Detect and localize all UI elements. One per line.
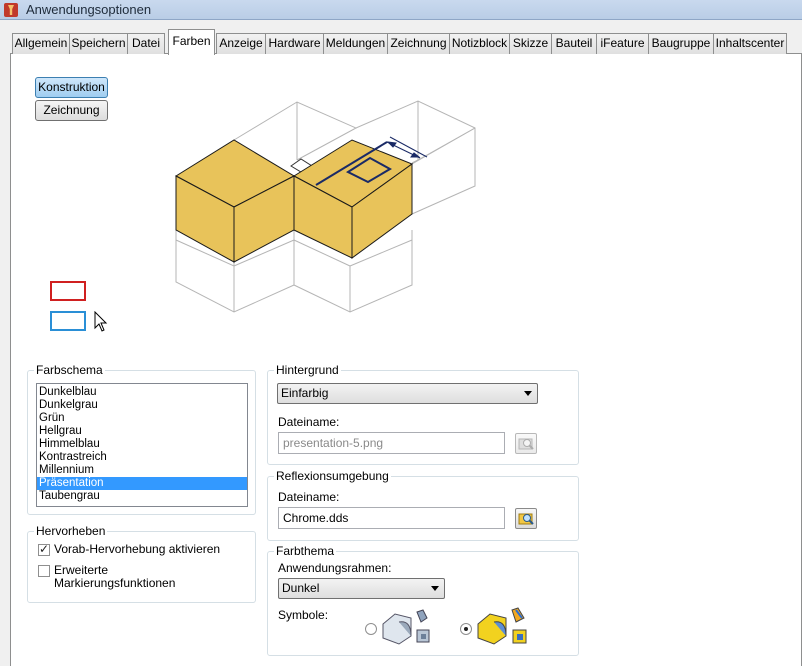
list-item[interactable]: Taubengrau	[37, 490, 247, 503]
farbschema-list[interactable]: Dunkelblau Dunkelgrau Grün Hellgrau Himm…	[36, 383, 248, 507]
tab-allgemein[interactable]: Allgemein	[12, 33, 70, 54]
preselection-color-swatch[interactable]	[50, 311, 86, 331]
symbole-classic-radio[interactable]	[365, 623, 377, 635]
hervorheben-label: Hervorheben	[34, 524, 108, 538]
list-item[interactable]: Millennium	[37, 464, 247, 477]
hintergrund-dateiname-field[interactable]: presentation-5.png	[278, 432, 505, 454]
erweiterte-markierung-checkbox[interactable]	[38, 565, 50, 577]
tab-notizblock[interactable]: Notizblock	[449, 33, 510, 54]
hintergrund-select[interactable]: Einfarbig	[277, 383, 538, 404]
tab-speichern[interactable]: Speichern	[69, 33, 128, 54]
selection-color-swatch[interactable]	[50, 281, 86, 301]
tab-bauteil[interactable]: Bauteil	[551, 33, 597, 54]
chevron-down-icon	[431, 586, 439, 591]
erweiterte-label-2: Markierungsfunktionen	[54, 576, 176, 590]
erweiterte-markierung-row[interactable]: Erweiterte Markierungsfunktionen	[38, 564, 248, 592]
tab-strip: Allgemein Speichern Datei Farben Anzeige…	[12, 29, 790, 55]
list-item[interactable]: Himmelblau	[37, 438, 247, 451]
vorab-hervorhebung-label: Vorab-Hervorhebung aktivieren	[54, 542, 221, 556]
tab-farben[interactable]: Farben	[168, 29, 215, 55]
list-item-selected[interactable]: Präsentation	[37, 477, 247, 490]
modern-symbol-icon	[477, 607, 527, 645]
browse-folder-icon	[518, 438, 534, 450]
browse-folder-icon	[518, 513, 534, 525]
hintergrund-select-value: Einfarbig	[281, 386, 329, 400]
app-icon	[4, 3, 18, 17]
anwendungsrahmen-label: Anwendungsrahmen:	[278, 561, 392, 575]
tab-zeichnung[interactable]: Zeichnung	[387, 33, 450, 54]
tab-baugruppe[interactable]: Baugruppe	[648, 33, 714, 54]
reflexion-label: Reflexionsumgebung	[274, 469, 391, 483]
konstruktion-button[interactable]: Konstruktion	[35, 77, 108, 98]
farbschema-label: Farbschema	[34, 363, 105, 377]
tab-datei[interactable]: Datei	[127, 33, 165, 54]
symbole-modern-radio[interactable]	[460, 623, 472, 635]
tab-hardware[interactable]: Hardware	[265, 33, 324, 54]
vorab-hervorhebung-checkbox[interactable]	[38, 542, 50, 556]
symbole-label: Symbole:	[278, 608, 329, 622]
reflexion-dateiname-label: Dateiname:	[278, 490, 340, 504]
chevron-down-icon	[524, 391, 532, 396]
hintergrund-browse-button[interactable]	[515, 433, 537, 454]
tab-inhaltscenter[interactable]: Inhaltscenter	[713, 33, 787, 54]
list-item[interactable]: Hellgrau	[37, 425, 247, 438]
anwendungsrahmen-select-value: Dunkel	[282, 581, 320, 595]
zeichnung-button[interactable]: Zeichnung	[35, 100, 108, 121]
mouse-cursor-icon	[94, 311, 108, 332]
tab-ifeature[interactable]: iFeature	[596, 33, 649, 54]
window-title: Anwendungsoptionen	[26, 2, 152, 17]
classic-symbol-icon	[382, 609, 430, 645]
tab-skizze[interactable]: Skizze	[509, 33, 552, 54]
list-item[interactable]: Dunkelgrau	[37, 399, 247, 412]
color-preview-graphic	[174, 100, 476, 313]
vorab-hervorhebung-row[interactable]: Vorab-Hervorhebung aktivieren	[38, 542, 248, 558]
tab-anzeige[interactable]: Anzeige	[216, 33, 266, 54]
tab-meldungen[interactable]: Meldungen	[323, 33, 388, 54]
hintergrund-label: Hintergrund	[274, 363, 341, 377]
hintergrund-dateiname-label: Dateiname:	[278, 415, 340, 429]
reflexion-dateiname-field[interactable]: Chrome.dds	[278, 507, 505, 529]
list-item[interactable]: Dunkelblau	[37, 386, 247, 399]
reflexion-browse-button[interactable]	[515, 508, 537, 529]
title-bar: Anwendungsoptionen	[0, 0, 802, 20]
list-item[interactable]: Kontrastreich	[37, 451, 247, 464]
farbthema-label: Farbthema	[274, 544, 337, 558]
anwendungsrahmen-select[interactable]: Dunkel	[278, 578, 445, 599]
list-item[interactable]: Grün	[37, 412, 247, 425]
